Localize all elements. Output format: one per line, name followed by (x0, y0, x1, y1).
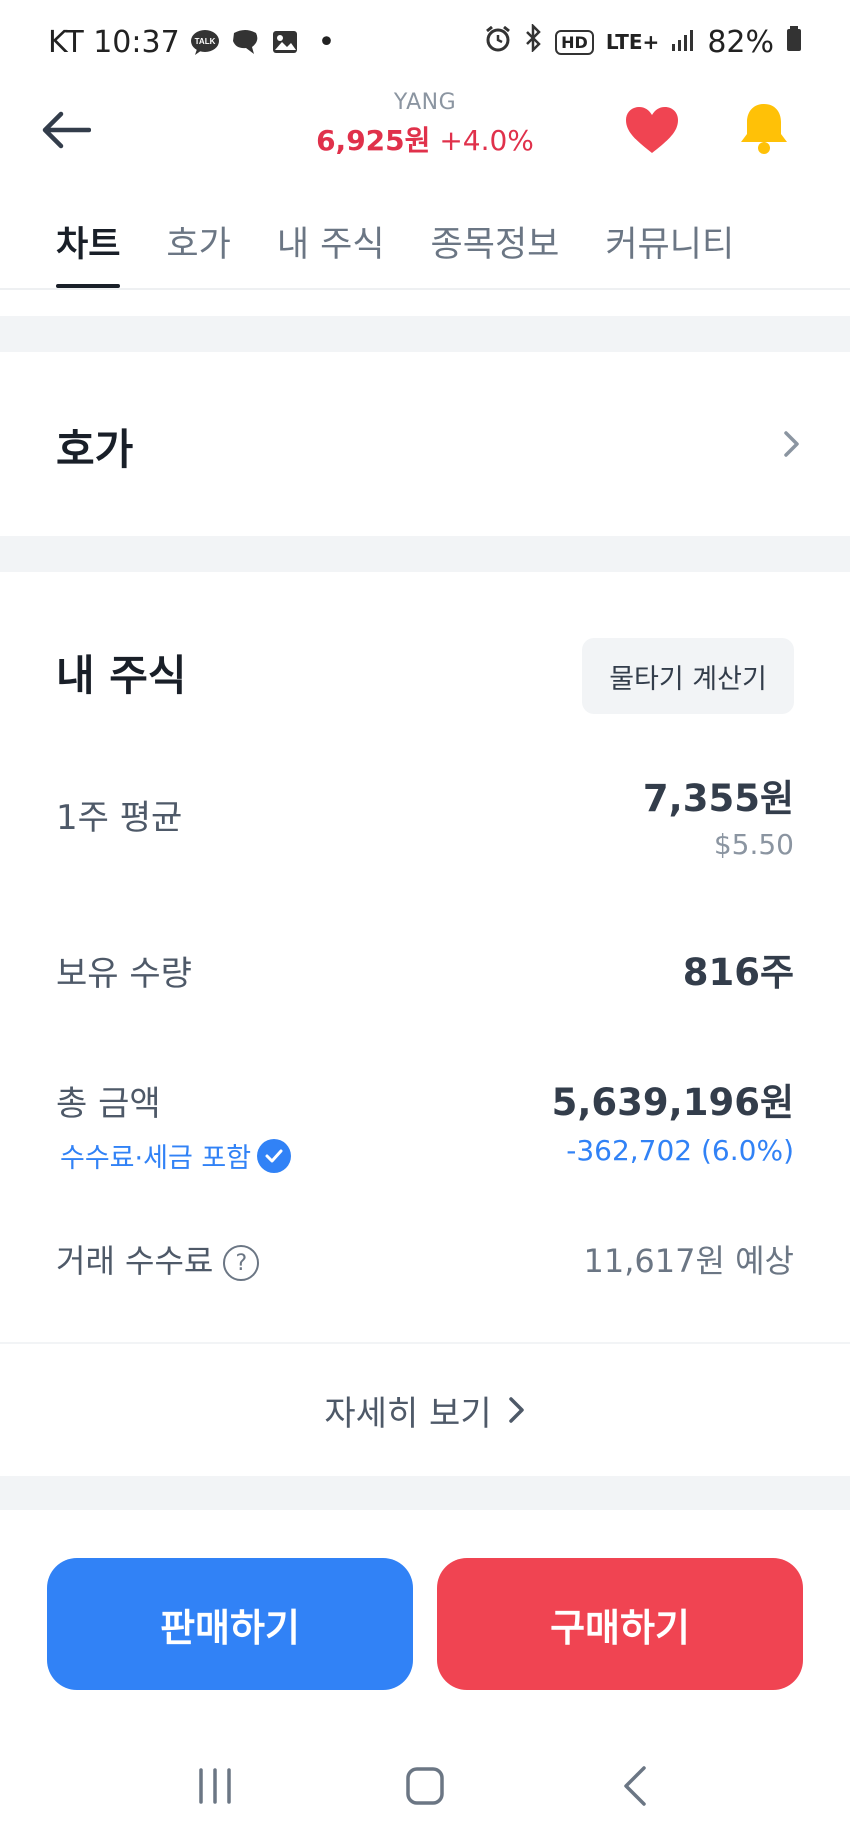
hd-icon: HD (555, 29, 594, 55)
status-bar: KT 10:37 TALK • HD LTE+ 82% (0, 0, 850, 84)
price-change: +4.0% (439, 124, 534, 157)
system-nav-bar (0, 1730, 850, 1842)
trade-fee-label: 거래 수수료 (56, 1242, 214, 1280)
fee-tax-label: 수수료·세금 포함 (60, 1143, 252, 1174)
recent-apps-icon (199, 1768, 231, 1804)
fee-tax-included-tag[interactable]: 수수료·세금 포함 (60, 1136, 292, 1175)
home-button[interactable] (390, 1751, 460, 1821)
section-divider (0, 316, 850, 352)
status-right: HD LTE+ 82% (485, 22, 802, 60)
bell-icon (741, 104, 787, 154)
home-icon (406, 1767, 444, 1805)
trade-fee-value: 11,617원 예상 (583, 1242, 794, 1280)
battery-level: 82% (707, 24, 774, 60)
sell-button[interactable]: 판매하기 (47, 1558, 413, 1690)
talk-badge-text: TALK (194, 37, 215, 46)
battery-icon (786, 25, 802, 60)
my-stock-title: 내 주식 (56, 651, 187, 700)
check-icon (257, 1138, 292, 1173)
nav-back-button[interactable] (600, 1751, 670, 1821)
chevron-right-icon (508, 1397, 524, 1423)
price-line: 6,925원 +4.0% (0, 119, 850, 159)
view-details-label: 자세히 보기 (324, 1393, 492, 1434)
favorite-button[interactable] (620, 98, 684, 162)
stock-ticker: YANG (393, 90, 457, 115)
quantity-label: 보유 수량 (56, 954, 192, 994)
tab-bar: 차트 호가 내 주식 종목정보 커뮤니티 (0, 200, 850, 290)
orderbook-section[interactable]: 호가 (0, 352, 850, 536)
chevron-right-icon (772, 424, 812, 464)
my-stock-section: 내 주식 물타기 계산기 1주 평균 7,355원 $5.50 보유 수량 81… (0, 572, 850, 1476)
tab-stock-info[interactable]: 종목정보 (431, 200, 560, 288)
bluetooth-icon (523, 22, 543, 60)
status-left: KT 10:37 TALK • (48, 25, 335, 60)
quantity-value: 816주 (682, 951, 794, 994)
tab-my-stock[interactable]: 내 주식 (277, 200, 385, 288)
trade-fee-row: 거래 수수료? (56, 1236, 260, 1282)
averaging-calculator-button[interactable]: 물타기 계산기 (582, 638, 794, 714)
buy-button[interactable]: 구매하기 (437, 1558, 803, 1690)
tab-community[interactable]: 커뮤니티 (605, 200, 734, 288)
total-amount-label: 총 금액 (56, 1084, 161, 1124)
avg-price-usd: $5.50 (713, 828, 794, 861)
recent-apps-button[interactable] (180, 1751, 250, 1821)
network-label: LTE+ (605, 30, 660, 54)
tab-chart[interactable]: 차트 (56, 200, 121, 288)
gallery-icon (270, 27, 300, 57)
heart-icon (626, 107, 678, 153)
avg-price-label: 1주 평균 (56, 798, 183, 838)
stock-header: YANG 6,925원 +4.0% (0, 84, 850, 180)
stock-summary: YANG 6,925원 +4.0% (0, 90, 850, 159)
view-details-button[interactable]: 자세히 보기 (0, 1344, 850, 1476)
signal-icon (671, 25, 695, 60)
chat-icon (230, 27, 260, 57)
notification-dot: • (317, 24, 336, 60)
avg-price-value: 7,355원 (642, 777, 794, 820)
total-change-value: -362,702 (6.0%) (566, 1134, 794, 1167)
alarm-icon (485, 25, 511, 60)
tab-orderbook[interactable]: 호가 (166, 200, 230, 288)
section-divider (0, 536, 850, 572)
nav-back-icon (624, 1766, 646, 1806)
total-amount-value: 5,639,196원 (551, 1081, 794, 1124)
kakaotalk-icon: TALK (190, 27, 220, 57)
help-icon[interactable]: ? (223, 1245, 260, 1281)
price-alert-button[interactable] (732, 96, 796, 160)
orderbook-title: 호가 (56, 425, 134, 474)
carrier-time: KT 10:37 (48, 24, 180, 60)
section-divider (0, 1476, 850, 1510)
trade-actions: 판매하기 구매하기 (0, 1510, 850, 1710)
current-price: 6,925원 (316, 124, 431, 157)
